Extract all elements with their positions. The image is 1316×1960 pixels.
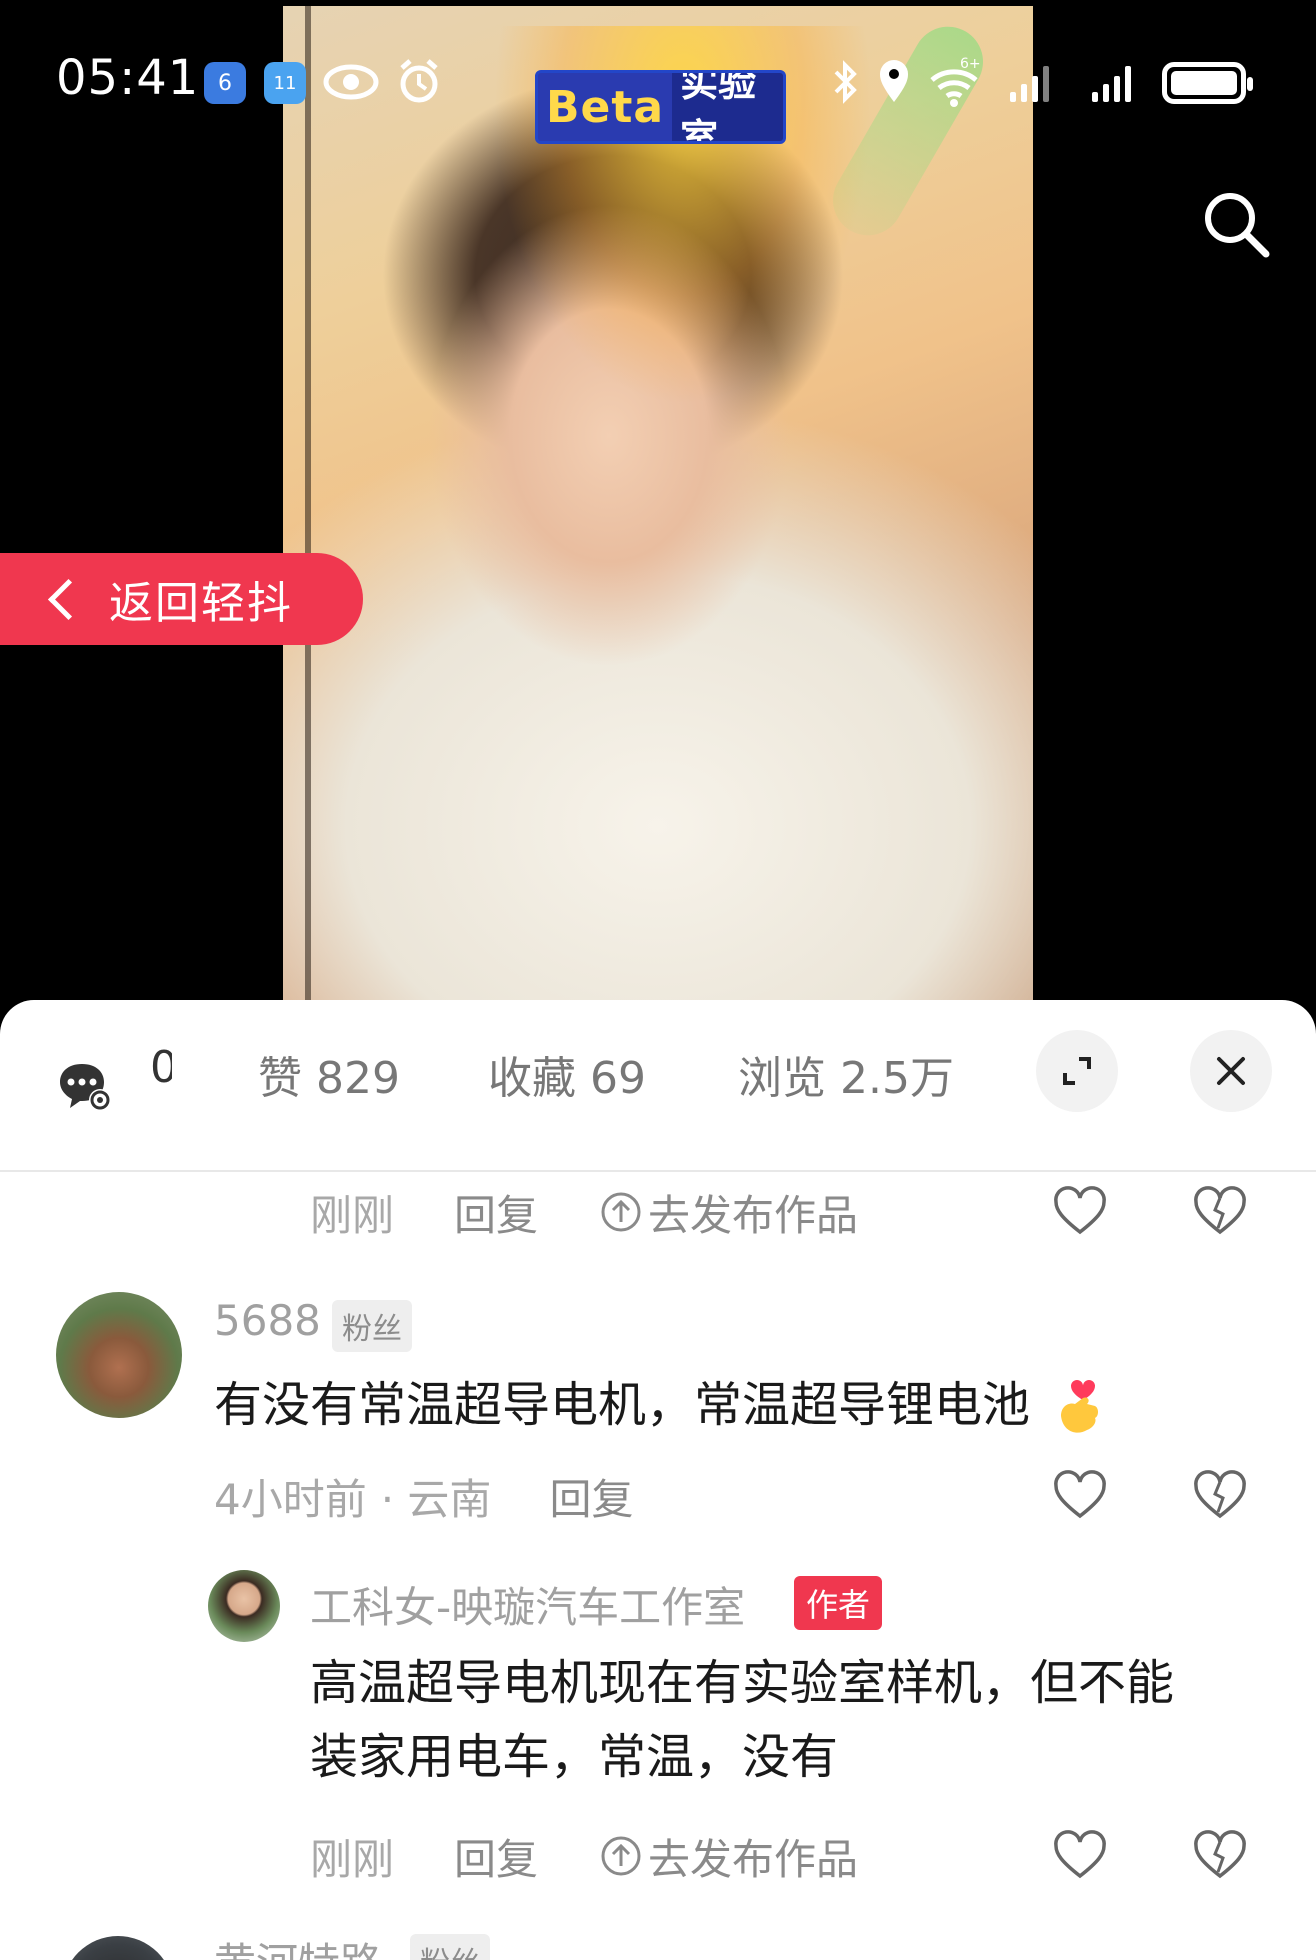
comment-text: 高温超导电机现在有实验室样机，但不能 装家用电车，常温，没有 bbox=[310, 1646, 1174, 1794]
video-background-detail bbox=[305, 6, 311, 1010]
comment-text-line: 装家用电车，常温，没有 bbox=[310, 1729, 839, 1785]
broken-heart-icon[interactable] bbox=[1192, 1828, 1248, 1884]
heart-icon[interactable] bbox=[1052, 1468, 1108, 1524]
network-type-label: 6+ bbox=[960, 56, 981, 72]
chat-settings-icon[interactable] bbox=[58, 1060, 116, 1120]
publish-work-label: 去发布作品 bbox=[648, 1834, 859, 1884]
signal-strength-icon bbox=[1010, 62, 1049, 102]
search-button[interactable] bbox=[1196, 184, 1276, 264]
author-badge: 作者 bbox=[794, 1576, 883, 1630]
broken-heart-icon[interactable] bbox=[1192, 1468, 1248, 1524]
upload-icon bbox=[601, 1192, 641, 1232]
favorites-count: 69 bbox=[590, 1053, 646, 1104]
favorites-label: 收藏 bbox=[488, 1053, 576, 1104]
fan-badge: 粉丝 bbox=[332, 1300, 412, 1352]
heart-icon[interactable] bbox=[1052, 1184, 1108, 1240]
avatar[interactable] bbox=[62, 1936, 174, 1960]
comment-text: 有没有常温超导电机，常温超导锂电池 bbox=[214, 1368, 1103, 1442]
likes-stat: 赞 829 bbox=[258, 1042, 400, 1106]
comment-meta-row: 刚刚 回复 去发布作品 bbox=[310, 1826, 858, 1886]
reply-button[interactable]: 回复 bbox=[454, 1826, 538, 1887]
beta-lab-badge: Beta 实验室 bbox=[535, 70, 786, 144]
app-notification-icon-2: 11 bbox=[264, 62, 306, 104]
comment-time: 4小时前 bbox=[214, 1474, 367, 1524]
truncated-stat: 0 bbox=[150, 1042, 172, 1132]
views-label: 浏览 bbox=[738, 1053, 826, 1104]
status-bar: 05:41 6 11 Beta 实验室 6+ bbox=[0, 40, 1316, 144]
views-count: 2.5万 bbox=[840, 1053, 954, 1104]
expand-icon bbox=[1063, 1057, 1091, 1085]
fan-badge: 粉丝 bbox=[410, 1934, 490, 1960]
signal-strength-icon-2 bbox=[1092, 62, 1131, 102]
likes-count: 829 bbox=[316, 1053, 400, 1104]
close-icon bbox=[1217, 1057, 1245, 1085]
location-icon bbox=[876, 54, 912, 125]
beta-badge-en: Beta bbox=[546, 81, 665, 133]
comment-time: 刚刚 bbox=[310, 1834, 395, 1884]
comment-meta-row: 刚刚 回复 去发布作品 bbox=[310, 1182, 858, 1242]
comment-username[interactable]: 5688 bbox=[214, 1296, 321, 1345]
comment-time: 刚刚 bbox=[310, 1190, 395, 1240]
broken-heart-icon[interactable] bbox=[1192, 1184, 1248, 1240]
publish-work-label: 去发布作品 bbox=[648, 1190, 859, 1240]
wifi-icon: 6+ bbox=[926, 54, 986, 125]
search-icon bbox=[1205, 193, 1270, 258]
comment-text-content: 有没有常温超导电机，常温超导锂电池 bbox=[214, 1377, 1031, 1433]
eye-icon bbox=[322, 54, 380, 125]
favorites-stat: 收藏 69 bbox=[488, 1042, 646, 1106]
bluetooth-icon bbox=[830, 54, 860, 125]
beta-badge-cn: 实验室 bbox=[672, 73, 783, 141]
finger-heart-emoji-icon bbox=[1061, 1380, 1099, 1433]
app-notification-badge-2: 11 bbox=[273, 72, 297, 94]
status-time: 05:41 bbox=[56, 50, 200, 106]
upload-icon bbox=[601, 1836, 641, 1876]
video-area[interactable] bbox=[0, 0, 1316, 1010]
comment-location: · 云南 bbox=[380, 1474, 492, 1524]
comment-text-line: 高温超导电机现在有实验室样机，但不能 bbox=[310, 1655, 1175, 1711]
comment-panel: 0 赞 829 收藏 69 浏览 2.5万 刚刚 回复 去发布作品 5688 粉… bbox=[0, 1000, 1316, 1960]
comment-meta-row: 4小时前 · 云南 回复 bbox=[214, 1466, 633, 1526]
stats-bar: 0 赞 829 收藏 69 浏览 2.5万 bbox=[0, 1000, 1316, 1172]
publish-work-button[interactable]: 去发布作品 bbox=[600, 1182, 858, 1243]
likes-label: 赞 bbox=[258, 1053, 302, 1104]
app-notification-icon: 6 bbox=[204, 62, 246, 104]
publish-work-button[interactable]: 去发布作品 bbox=[600, 1826, 858, 1887]
views-stat: 浏览 2.5万 bbox=[738, 1042, 954, 1106]
video-player[interactable] bbox=[283, 6, 1033, 1010]
comment-username[interactable]: 黄河特路 bbox=[214, 1930, 382, 1960]
app-notification-badge: 6 bbox=[218, 70, 232, 96]
alarm-icon bbox=[396, 54, 442, 125]
reply-button[interactable]: 回复 bbox=[549, 1466, 633, 1527]
close-button[interactable] bbox=[1190, 1030, 1272, 1112]
expand-button[interactable] bbox=[1036, 1030, 1118, 1112]
chevron-left-icon bbox=[47, 578, 90, 620]
back-to-app-button[interactable]: 返回轻抖 bbox=[0, 553, 363, 645]
comment-username[interactable]: 工科女-映璇汽车工作室 bbox=[310, 1574, 745, 1635]
reply-button[interactable]: 回复 bbox=[454, 1182, 538, 1243]
back-button-label: 返回轻抖 bbox=[109, 578, 293, 629]
avatar[interactable] bbox=[56, 1292, 182, 1418]
avatar[interactable] bbox=[208, 1570, 280, 1642]
battery-icon bbox=[1162, 62, 1253, 104]
truncated-stat-value: 0 bbox=[150, 1042, 172, 1093]
heart-icon[interactable] bbox=[1052, 1828, 1108, 1884]
